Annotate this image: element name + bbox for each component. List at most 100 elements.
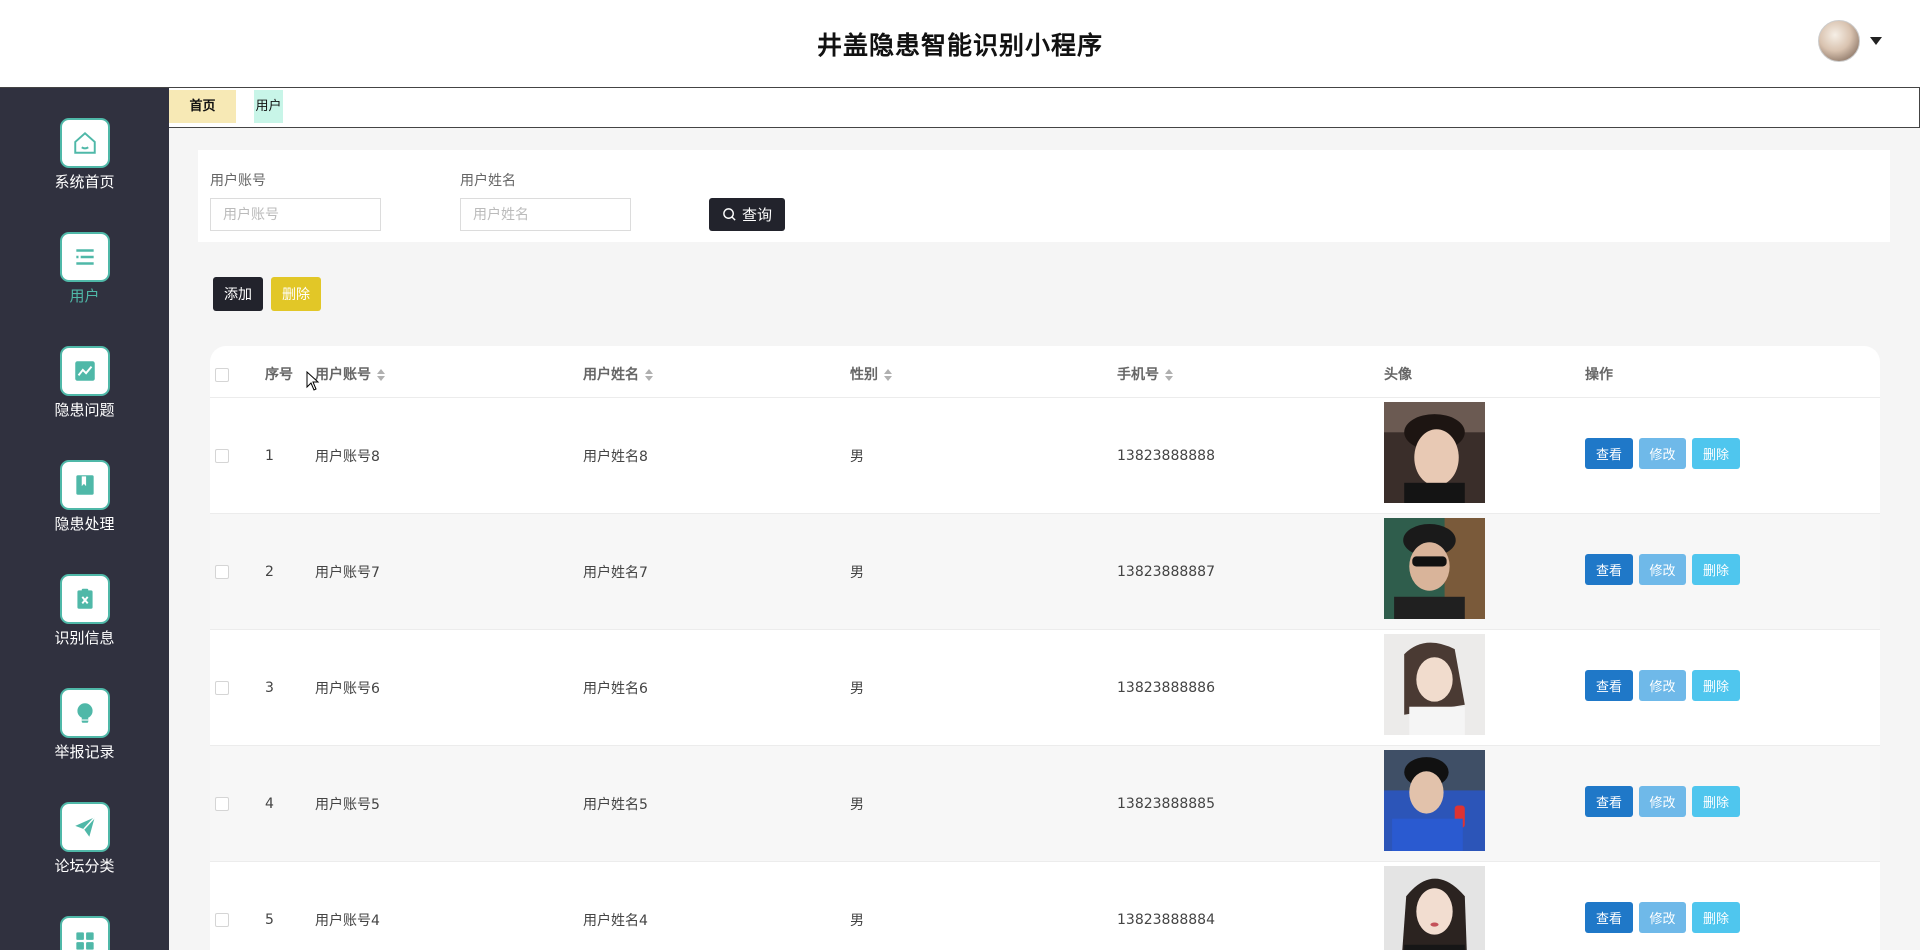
- sidebar-item-hazard-issues[interactable]: 隐患问题: [0, 346, 169, 420]
- search-panel: 用户账号 用户姓名 查询: [198, 150, 1890, 242]
- sidebar-item-label: 隐患问题: [54, 401, 115, 419]
- table-row: 2 用户账号7 用户姓名7 男 13823888887 查看 修改 删除: [210, 514, 1880, 630]
- sort-icon[interactable]: [1165, 369, 1173, 381]
- edit-button[interactable]: 修改: [1639, 438, 1686, 469]
- column-header-avatar: 头像: [1384, 367, 1412, 383]
- app-title: 井盖隐患智能识别小程序: [816, 31, 1103, 60]
- row-checkbox[interactable]: [215, 565, 229, 579]
- sidebar-item-users[interactable]: 用户: [0, 232, 169, 306]
- sidebar-item-label: 隐患处理: [54, 515, 115, 533]
- delete-button[interactable]: 删除: [1692, 786, 1740, 817]
- cell-phone: 13823888887: [1117, 564, 1215, 580]
- column-header-index: 序号: [265, 367, 293, 383]
- cell-gender: 男: [850, 449, 864, 465]
- tab-home[interactable]: 首页: [169, 90, 236, 123]
- sidebar-item-recognition-info[interactable]: 识别信息: [0, 574, 169, 648]
- column-header-account[interactable]: 用户账号: [315, 346, 385, 398]
- sidebar-item-hazard-handling[interactable]: 隐患处理: [0, 460, 169, 534]
- sidebar-item-label: 用户: [69, 287, 100, 305]
- table-row: 5 用户账号4 用户姓名4 男 13823888884 查看 修改 删除: [210, 862, 1880, 950]
- user-menu[interactable]: [1818, 20, 1882, 62]
- cell-index: 4: [265, 796, 274, 812]
- account-input[interactable]: [210, 198, 381, 231]
- delete-button[interactable]: 删除: [1692, 554, 1740, 585]
- avatar-photo: [1384, 634, 1485, 735]
- delete-button[interactable]: 删除: [1692, 902, 1740, 933]
- sidebar-item-reports[interactable]: 举报记录: [0, 688, 169, 762]
- avatar-photo: [1384, 518, 1485, 619]
- cell-account: 用户账号7: [315, 565, 380, 581]
- chart-icon: [59, 346, 110, 396]
- cell-account: 用户账号8: [315, 449, 380, 465]
- row-checkbox[interactable]: [215, 449, 229, 463]
- edit-button[interactable]: 修改: [1639, 554, 1686, 585]
- column-header-phone[interactable]: 手机号: [1117, 346, 1173, 398]
- column-header-gender[interactable]: 性别: [850, 346, 892, 398]
- avatar-photo: [1384, 750, 1485, 851]
- name-input[interactable]: [460, 198, 631, 231]
- cell-gender: 男: [850, 797, 864, 813]
- send-icon: [59, 802, 110, 852]
- book-icon: [59, 460, 110, 510]
- search-button[interactable]: 查询: [709, 198, 785, 231]
- cell-account: 用户账号5: [315, 797, 380, 813]
- view-button[interactable]: 查看: [1585, 670, 1633, 701]
- caret-down-icon[interactable]: [1870, 37, 1882, 45]
- select-all-checkbox[interactable]: [215, 368, 229, 382]
- table-row: 3 用户账号6 用户姓名6 男 13823888886 查看 修改 删除: [210, 630, 1880, 746]
- tab-users[interactable]: 用户: [254, 90, 283, 123]
- sidebar-item-forum-category[interactable]: 论坛分类: [0, 802, 169, 876]
- sidebar-item-more[interactable]: [0, 916, 169, 950]
- cell-index: 3: [265, 680, 274, 696]
- cell-name: 用户姓名6: [583, 681, 648, 697]
- cell-gender: 男: [850, 913, 864, 929]
- cell-phone: 13823888885: [1117, 796, 1215, 812]
- row-checkbox[interactable]: [215, 913, 229, 927]
- view-button[interactable]: 查看: [1585, 554, 1633, 585]
- avatar-photo: [1384, 866, 1485, 950]
- tab-bar: 首页 用户: [169, 88, 1920, 128]
- sidebar: 系统首页 用户 隐患问题 隐患处理 识别信息 举报记录 论坛分类: [0, 88, 169, 950]
- sort-icon[interactable]: [377, 369, 385, 381]
- grid-icon: [59, 916, 110, 950]
- search-button-label: 查询: [741, 206, 772, 224]
- cell-gender: 男: [850, 681, 864, 697]
- cell-account: 用户账号6: [315, 681, 380, 697]
- column-header-name[interactable]: 用户姓名: [583, 346, 653, 398]
- cell-phone: 13823888884: [1117, 912, 1215, 928]
- cell-phone: 13823888886: [1117, 680, 1215, 696]
- edit-button[interactable]: 修改: [1639, 786, 1686, 817]
- view-button[interactable]: 查看: [1585, 786, 1633, 817]
- edit-button[interactable]: 修改: [1639, 902, 1686, 933]
- batch-delete-button[interactable]: 删除: [271, 277, 321, 311]
- name-label: 用户姓名: [460, 173, 516, 189]
- table-header: 序号 用户账号 用户姓名 性别 手机号 头像 操作: [210, 346, 1880, 398]
- row-checkbox[interactable]: [215, 681, 229, 695]
- mouse-pointer-icon: [306, 371, 320, 391]
- cell-name: 用户姓名4: [583, 913, 648, 929]
- row-checkbox[interactable]: [215, 797, 229, 811]
- delete-button[interactable]: 删除: [1692, 438, 1740, 469]
- cell-index: 2: [265, 564, 274, 580]
- avatar[interactable]: [1818, 20, 1860, 62]
- avatar-photo: [1384, 402, 1485, 503]
- delete-button[interactable]: 删除: [1692, 670, 1740, 701]
- cell-index: 1: [265, 448, 274, 464]
- add-button[interactable]: 添加: [213, 277, 263, 311]
- cell-name: 用户姓名8: [583, 449, 648, 465]
- edit-button[interactable]: 修改: [1639, 670, 1686, 701]
- view-button[interactable]: 查看: [1585, 902, 1633, 933]
- sidebar-item-label: 论坛分类: [54, 857, 115, 875]
- sidebar-item-home[interactable]: 系统首页: [0, 118, 169, 192]
- account-label: 用户账号: [210, 173, 266, 189]
- sidebar-item-label: 系统首页: [54, 173, 115, 191]
- view-button[interactable]: 查看: [1585, 438, 1633, 469]
- column-header-ops: 操作: [1585, 367, 1613, 383]
- sort-icon[interactable]: [884, 369, 892, 381]
- sidebar-item-label: 举报记录: [54, 743, 115, 761]
- cell-phone: 13823888888: [1117, 448, 1215, 464]
- sort-icon[interactable]: [645, 369, 653, 381]
- bulb-icon: [59, 688, 110, 738]
- table-row: 1 用户账号8 用户姓名8 男 13823888888 查看 修改 删除: [210, 398, 1880, 514]
- clipboard-icon: [59, 574, 110, 624]
